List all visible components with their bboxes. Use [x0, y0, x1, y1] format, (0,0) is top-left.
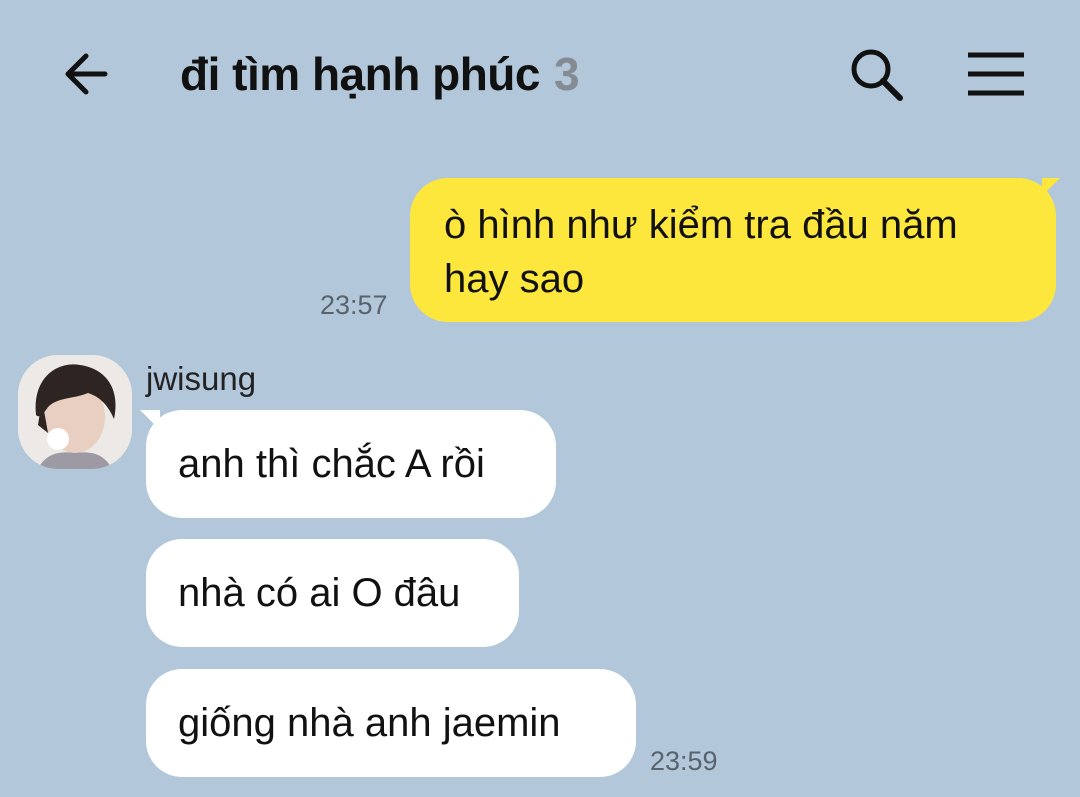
sender-name: jwisung [146, 360, 257, 397]
outgoing-message-bubble[interactable]: ò hình như kiểm tra đầu năm hay sao [410, 178, 1056, 322]
search-button[interactable] [844, 42, 908, 106]
back-button[interactable] [56, 44, 116, 104]
incoming-message-bubble[interactable]: nhà có ai O đâu [146, 539, 519, 647]
outgoing-timestamp: 23:57 [320, 290, 388, 320]
incoming-timestamp: 23:59 [650, 746, 718, 776]
profile-photo-icon [18, 355, 132, 469]
chat-title-group: đi tìm hạnh phúc 3 [180, 44, 580, 104]
avatar[interactable] [18, 355, 132, 469]
arrow-left-icon [65, 53, 108, 95]
search-icon [851, 49, 903, 101]
incoming-message-bubble[interactable]: giống nhà anh jaemin [146, 669, 636, 777]
incoming-message-bubble[interactable]: anh thì chắc A rồi [146, 410, 556, 518]
hamburger-menu-icon [968, 52, 1024, 96]
member-count: 3 [553, 48, 580, 100]
menu-button[interactable] [964, 42, 1028, 106]
chat-title: đi tìm hạnh phúc [180, 48, 540, 100]
chat-header: đi tìm hạnh phúc 3 [0, 0, 1080, 140]
